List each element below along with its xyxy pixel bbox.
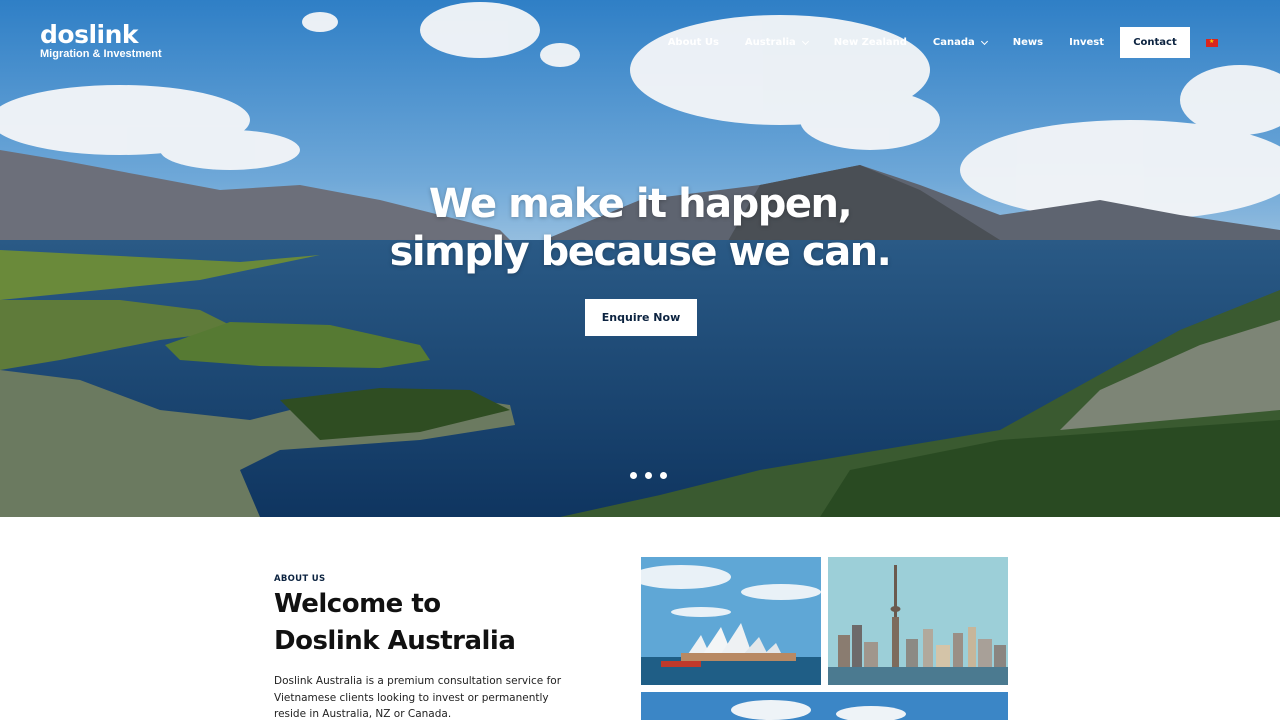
hero-headline-line2: simply because we can.	[389, 229, 892, 275]
landscape-image	[641, 692, 1008, 720]
slider-dot-2[interactable]	[630, 472, 637, 479]
about-title-line1: Welcome to	[274, 589, 441, 619]
chevron-down-icon	[980, 37, 988, 45]
nav-item-about-us[interactable]: About Us	[668, 37, 719, 48]
about-label: ABOUT US	[274, 574, 326, 584]
slider-dot-3[interactable]	[645, 472, 652, 479]
hero-headline-line1: We make it happen,	[428, 181, 853, 227]
nav-item-new-zealand[interactable]: New Zealand	[834, 37, 907, 48]
slider-dot-4[interactable]	[660, 472, 667, 479]
hero-banner: doslink Migration & Investment About Us …	[0, 0, 1280, 517]
about-title: Welcome to Doslink Australia	[274, 586, 516, 660]
enquire-now-button[interactable]: Enquire Now	[585, 299, 697, 336]
site-logo[interactable]: doslink Migration & Investment	[40, 20, 162, 61]
nav-label: News	[1012, 37, 1044, 48]
about-title-line2: Doslink Australia	[274, 626, 516, 656]
nav-item-news[interactable]: News	[1013, 37, 1043, 48]
nav-label: New Zealand	[833, 37, 907, 48]
nav-item-invest[interactable]: Invest	[1069, 37, 1104, 48]
main-nav: About Us Australia New Zealand Canada Ne…	[642, 27, 1218, 58]
about-description: Doslink Australia is a premium consultat…	[274, 675, 562, 720]
toronto-skyline-image	[828, 557, 1008, 685]
nav-label: About Us	[667, 37, 719, 48]
hero-headline: We make it happen, simply because we can…	[0, 180, 1280, 276]
nav-item-australia[interactable]: Australia	[744, 37, 809, 48]
contact-button[interactable]: Contact	[1120, 27, 1190, 58]
logo-brand: doslink	[40, 20, 139, 49]
nav-label: Australia	[744, 37, 796, 48]
nav-label: Invest	[1069, 37, 1104, 48]
chevron-down-icon	[801, 37, 809, 45]
nav-item-canada[interactable]: Canada	[932, 37, 988, 48]
slider-pagination	[615, 472, 675, 479]
logo-tagline: Migration & Investment	[40, 48, 162, 60]
sydney-opera-house-image	[641, 557, 821, 685]
vietnam-flag-icon[interactable]	[1206, 38, 1218, 47]
slider-dot-1[interactable]	[615, 472, 622, 479]
nav-label: Canada	[932, 37, 975, 48]
